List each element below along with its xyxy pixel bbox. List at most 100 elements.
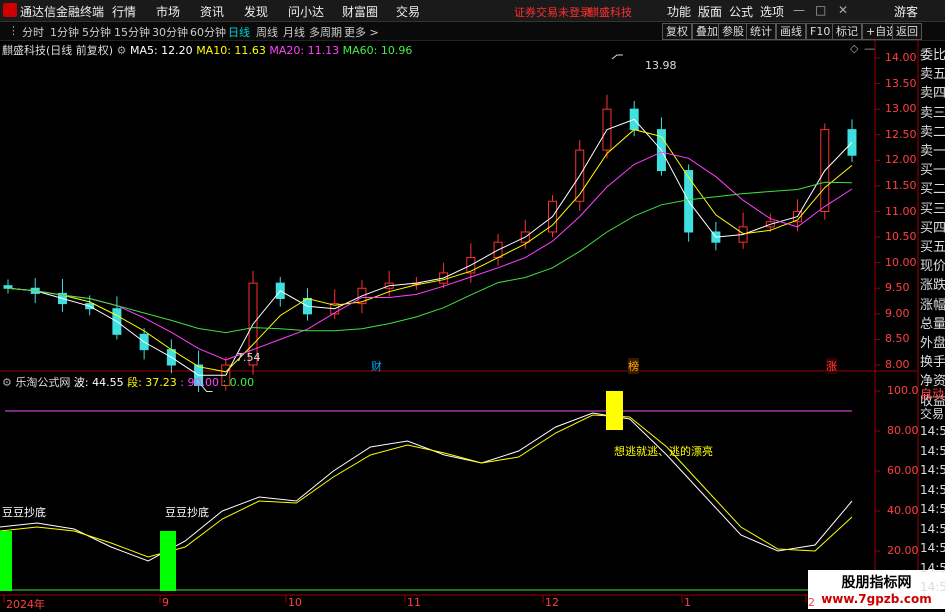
indicator-name[interactable]: 乐淘公式网 (15, 376, 70, 389)
candle-body (411, 282, 421, 285)
diamond-icon[interactable]: ◇ (850, 42, 858, 55)
close-icon[interactable]: ✕ (838, 3, 848, 17)
menu-ask[interactable]: 问小达 (288, 3, 324, 20)
candle-body (765, 221, 775, 228)
indicator-settings-icon[interactable]: ⚙ (2, 376, 12, 389)
mark-button[interactable]: 标记 (832, 23, 862, 40)
side-quote-item: 卖四 (920, 86, 945, 102)
ma-line-ma60 (7, 181, 853, 334)
stock-chart[interactable] (0, 0, 945, 609)
ma20-label: MA20: 11.13 (269, 44, 340, 57)
tab-more[interactable]: 更多 > (344, 24, 379, 40)
tab-15min[interactable]: 15分钟 (114, 24, 150, 40)
stock-name: 麒盛科技(日线 前复权) (2, 44, 114, 57)
bottom-fish-label-1: 豆豆抄底 (2, 506, 46, 519)
low-label: 7.54 (236, 351, 261, 364)
side-quote-item: 外盘 (920, 336, 945, 351)
watermark-url: www.7gpzb.com (821, 592, 932, 606)
side-trade-item: 14:56 (920, 502, 945, 516)
menu-function[interactable]: 功能 (667, 3, 691, 20)
candle-body (711, 231, 721, 243)
menu-wealth[interactable]: 财富圈 (342, 3, 378, 20)
tab-60min[interactable]: 60分钟 (190, 24, 226, 40)
ind-tick-label: 60.00 (887, 464, 919, 477)
date-tick-label: 1 (684, 596, 691, 609)
price-tick-label: 13.00 (885, 102, 917, 116)
tab-monthly[interactable]: 月线 (283, 24, 305, 40)
side-trade-item: 14:56 (920, 463, 945, 477)
menu-news[interactable]: 资讯 (200, 3, 224, 20)
side-trade-item: 14:56 (920, 521, 945, 536)
side-quote-item: 卖二 (920, 124, 945, 140)
marker-finance[interactable]: 财 (371, 358, 382, 374)
candle-body (548, 200, 558, 233)
ind-tick-label: 80.00 (887, 424, 919, 437)
menu-trade[interactable]: 交易 (396, 3, 420, 20)
date-tick-label: 2 (808, 596, 815, 609)
candle-body (302, 297, 312, 315)
maximize-icon[interactable]: □ (815, 3, 826, 17)
ma5-label: MA5: 12.20 (129, 44, 193, 57)
candle-body (575, 149, 585, 202)
indicator-header: ⚙ 乐淘公式网 波: 44.55 段: 37.23 : 90.00 : 0.00 (2, 374, 254, 390)
adjust-button[interactable]: 复权 (662, 23, 692, 40)
seg-value: 段: 37.23 (127, 376, 177, 389)
ma10-label: MA10: 11.63 (196, 44, 266, 57)
candle-body (602, 108, 612, 151)
price-tick-label: 10.50 (885, 230, 917, 244)
stats-button[interactable]: 统计 (746, 23, 776, 40)
candle-body (3, 285, 13, 289)
marker-list[interactable]: 榜 (628, 358, 639, 374)
candle-body (384, 282, 394, 289)
guest-label[interactable]: 游客 (894, 3, 918, 20)
menu-discover[interactable]: 发现 (244, 3, 268, 20)
buy-signal-bar (160, 531, 176, 591)
high-marker (611, 54, 623, 60)
menu-exchange[interactable]: 市场 (156, 3, 180, 20)
tab-1min[interactable]: 1分钟 (50, 24, 79, 40)
menu-market[interactable]: 行情 (112, 3, 136, 20)
menu-layout[interactable]: 版面 (698, 3, 722, 20)
menu-options[interactable]: 选项 (760, 3, 784, 20)
price-tick-label: 11.50 (885, 178, 917, 192)
menu-formula[interactable]: 公式 (729, 3, 753, 20)
minimize-icon[interactable]: — (793, 3, 805, 17)
tab-multi[interactable]: 多周期 (309, 24, 342, 40)
high-label: 13.98 (645, 59, 677, 72)
side-trade-item: 14:56 (920, 482, 945, 497)
minimize-panel-icon[interactable]: — (864, 42, 875, 55)
candle-body (85, 303, 95, 310)
price-tick-label: 12.00 (885, 153, 917, 167)
side-quote-item: 卖三 (920, 105, 945, 121)
tab-5min[interactable]: 5分钟 (82, 24, 111, 40)
settings-icon[interactable]: ⚙ (117, 44, 127, 57)
date-tick-label: 11 (407, 596, 421, 609)
holdings-button[interactable]: 参股 (718, 23, 748, 40)
ind-tick-label: 20.00 (887, 544, 919, 557)
f10-button[interactable]: F10 (806, 23, 835, 40)
back-button[interactable]: 返回 (892, 23, 922, 40)
side-quote-item: 现价 (920, 259, 945, 275)
notice-stock: 麒盛科技 (588, 6, 632, 19)
ind-tick-label: 40.00 (887, 504, 919, 517)
tab-weekly[interactable]: 周线 (256, 24, 278, 40)
side-quote-item: 买一 (920, 163, 945, 179)
app-title: 通达信金融终端 (20, 5, 105, 19)
marker-rise[interactable]: 涨 (826, 358, 837, 374)
candle-body (166, 349, 176, 366)
candle-body (330, 303, 340, 315)
tab-30min[interactable]: 30分钟 (152, 24, 188, 40)
tab-daily[interactable]: 日线 (228, 24, 250, 40)
side-trade-item: 14:56 (920, 560, 945, 575)
title-bar: 通达信金融终端 行情 市场 资讯 发现 问小达 财富圈 交易 证券交易未登录 麒… (0, 0, 945, 22)
date-tick-label: 10 (288, 596, 302, 609)
side-trade-item: 自动 (920, 387, 945, 401)
tab-intraday[interactable]: 分时 (22, 24, 44, 40)
seg-line (0, 414, 853, 558)
side-quote-item: 卖五 (920, 67, 945, 83)
candle-body (57, 292, 67, 305)
login-notice[interactable]: 证券交易未登录 (514, 4, 591, 20)
menu-dots-icon[interactable]: ⋮ (8, 24, 19, 37)
timeframe-bar: ⋮ 分时 1分钟 5分钟 15分钟 30分钟 60分钟 日线 周线 月线 多周期… (0, 22, 945, 41)
draw-button[interactable]: 画线 (776, 23, 806, 40)
